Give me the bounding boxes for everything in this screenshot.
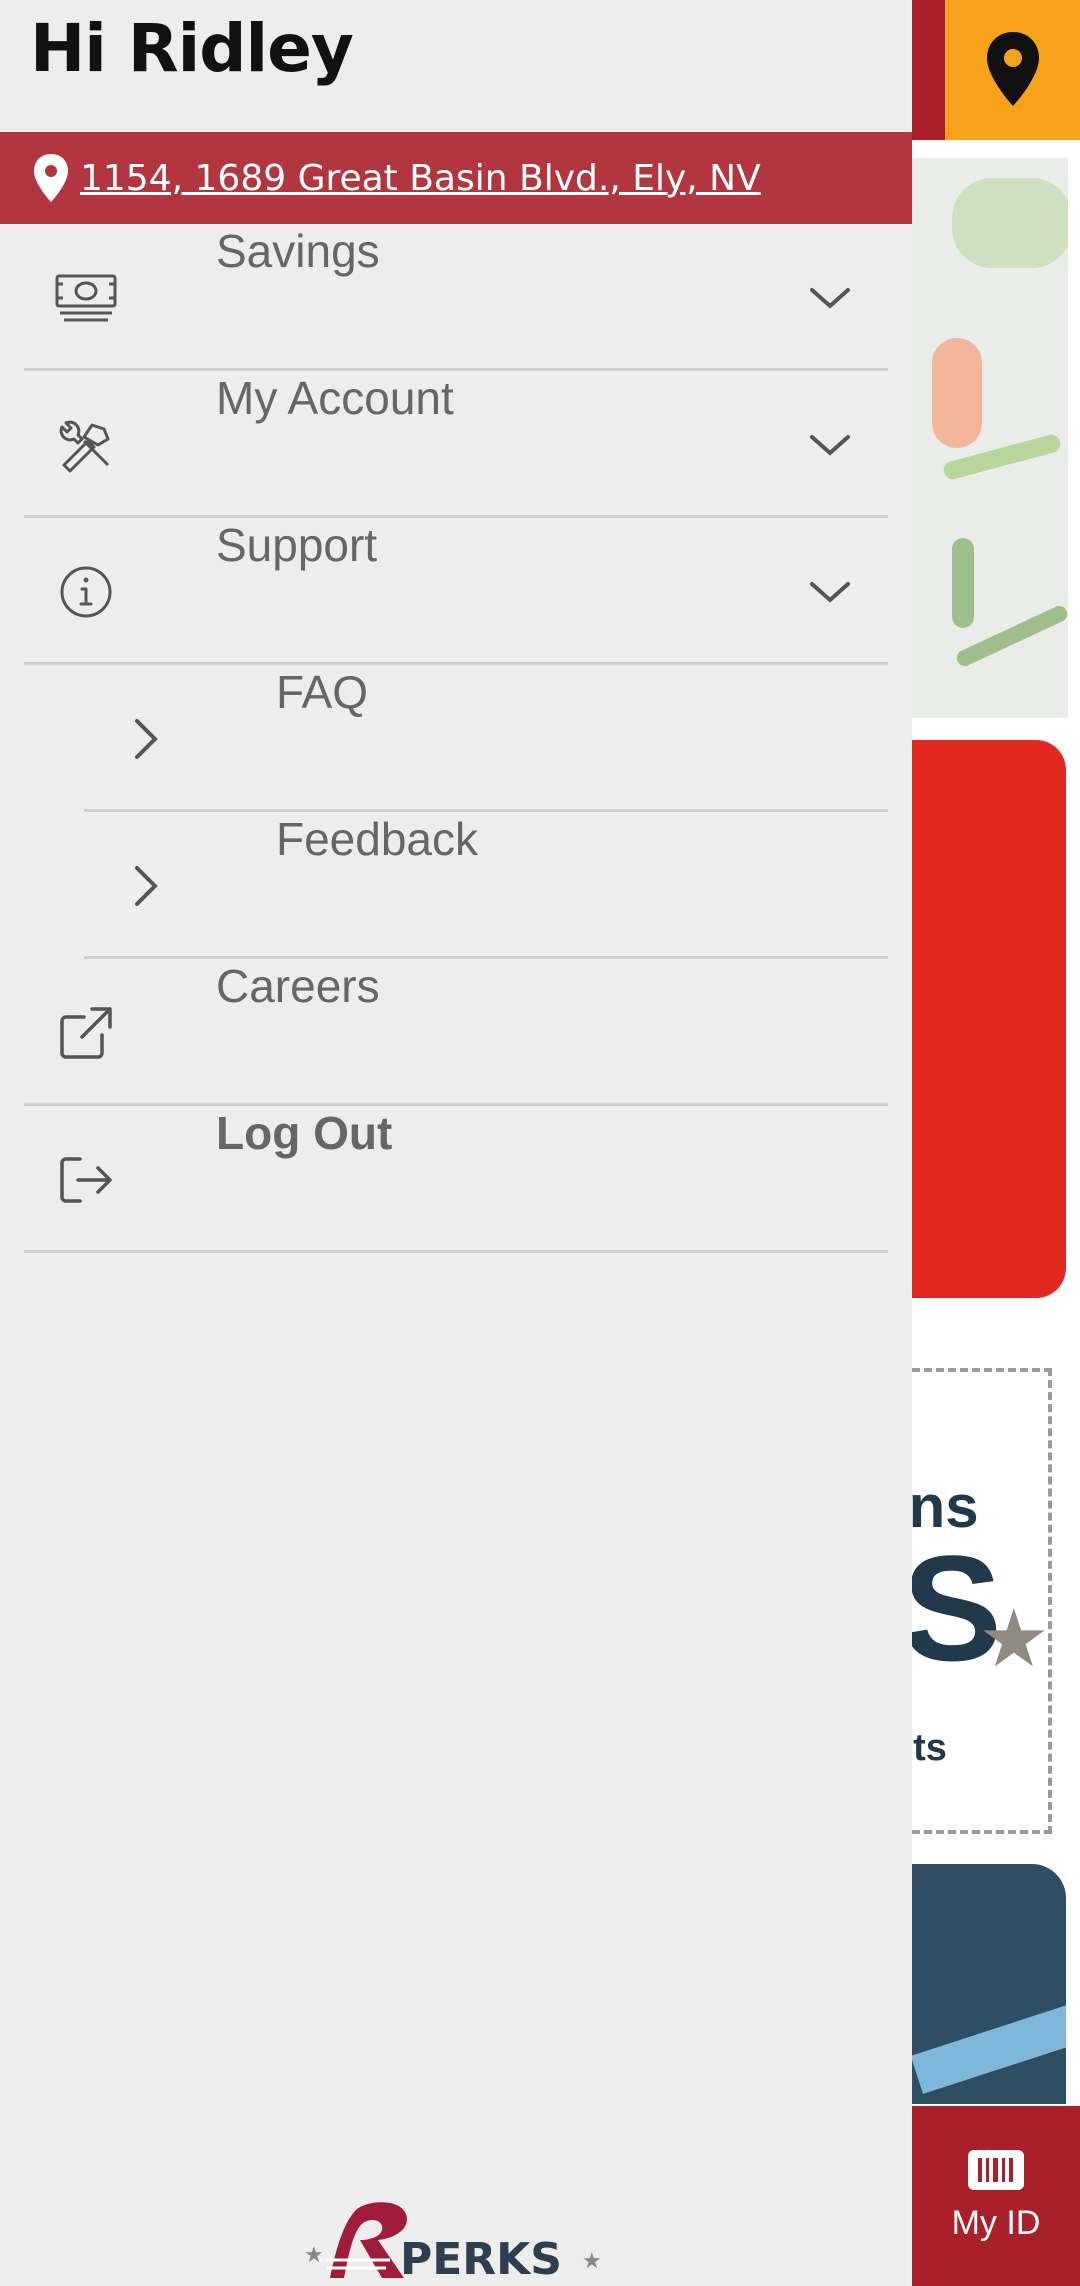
rperks-logo: ★ PERKS ★	[300, 2190, 620, 2286]
external-link-icon	[54, 1003, 118, 1063]
logo-text: PERKS	[400, 2234, 562, 2285]
menu-item-label: Support	[216, 519, 378, 571]
drawer-menu: Savings My Account Support FAQ Feedback …	[0, 224, 912, 1253]
tools-icon	[54, 415, 118, 475]
store-address-link[interactable]: 1154, 1689 Great Basin Blvd., Ely, NV	[80, 158, 761, 199]
menu-item-careers[interactable]: Careers	[0, 959, 912, 1106]
money-icon	[54, 268, 118, 328]
greeting-title: Hi Ridley	[30, 10, 354, 87]
logout-icon	[54, 1150, 118, 1210]
menu-item-savings[interactable]: Savings	[0, 224, 912, 371]
store-address-bar[interactable]: 1154, 1689 Great Basin Blvd., Ely, NV	[0, 132, 912, 224]
menu-item-label: My Account	[216, 372, 454, 424]
submenu-item-label: FAQ	[276, 666, 369, 718]
submenu-item-feedback[interactable]: Feedback	[0, 812, 912, 959]
divider	[24, 1250, 888, 1253]
submenu-item-label: Feedback	[276, 813, 479, 865]
info-icon	[54, 562, 118, 622]
menu-item-log-out[interactable]: Log Out	[0, 1106, 912, 1253]
menu-item-label: Careers	[216, 960, 380, 1012]
menu-item-my-account[interactable]: My Account	[0, 371, 912, 518]
chevron-down-icon[interactable]	[806, 421, 854, 469]
location-pin-icon	[34, 154, 68, 202]
submenu-item-faq[interactable]: FAQ	[0, 665, 912, 812]
chevron-right-icon	[126, 856, 166, 916]
svg-text:★: ★	[304, 2243, 324, 2268]
chevron-right-icon	[126, 709, 166, 769]
navigation-drawer: Hi Ridley 1154, 1689 Great Basin Blvd., …	[0, 0, 912, 2286]
chevron-down-icon[interactable]	[806, 568, 854, 616]
menu-item-label: Log Out	[216, 1107, 393, 1159]
chevron-down-icon[interactable]	[806, 274, 854, 322]
svg-text:★: ★	[582, 2249, 602, 2274]
menu-item-support[interactable]: Support	[0, 518, 912, 665]
menu-item-label: Savings	[216, 225, 380, 277]
